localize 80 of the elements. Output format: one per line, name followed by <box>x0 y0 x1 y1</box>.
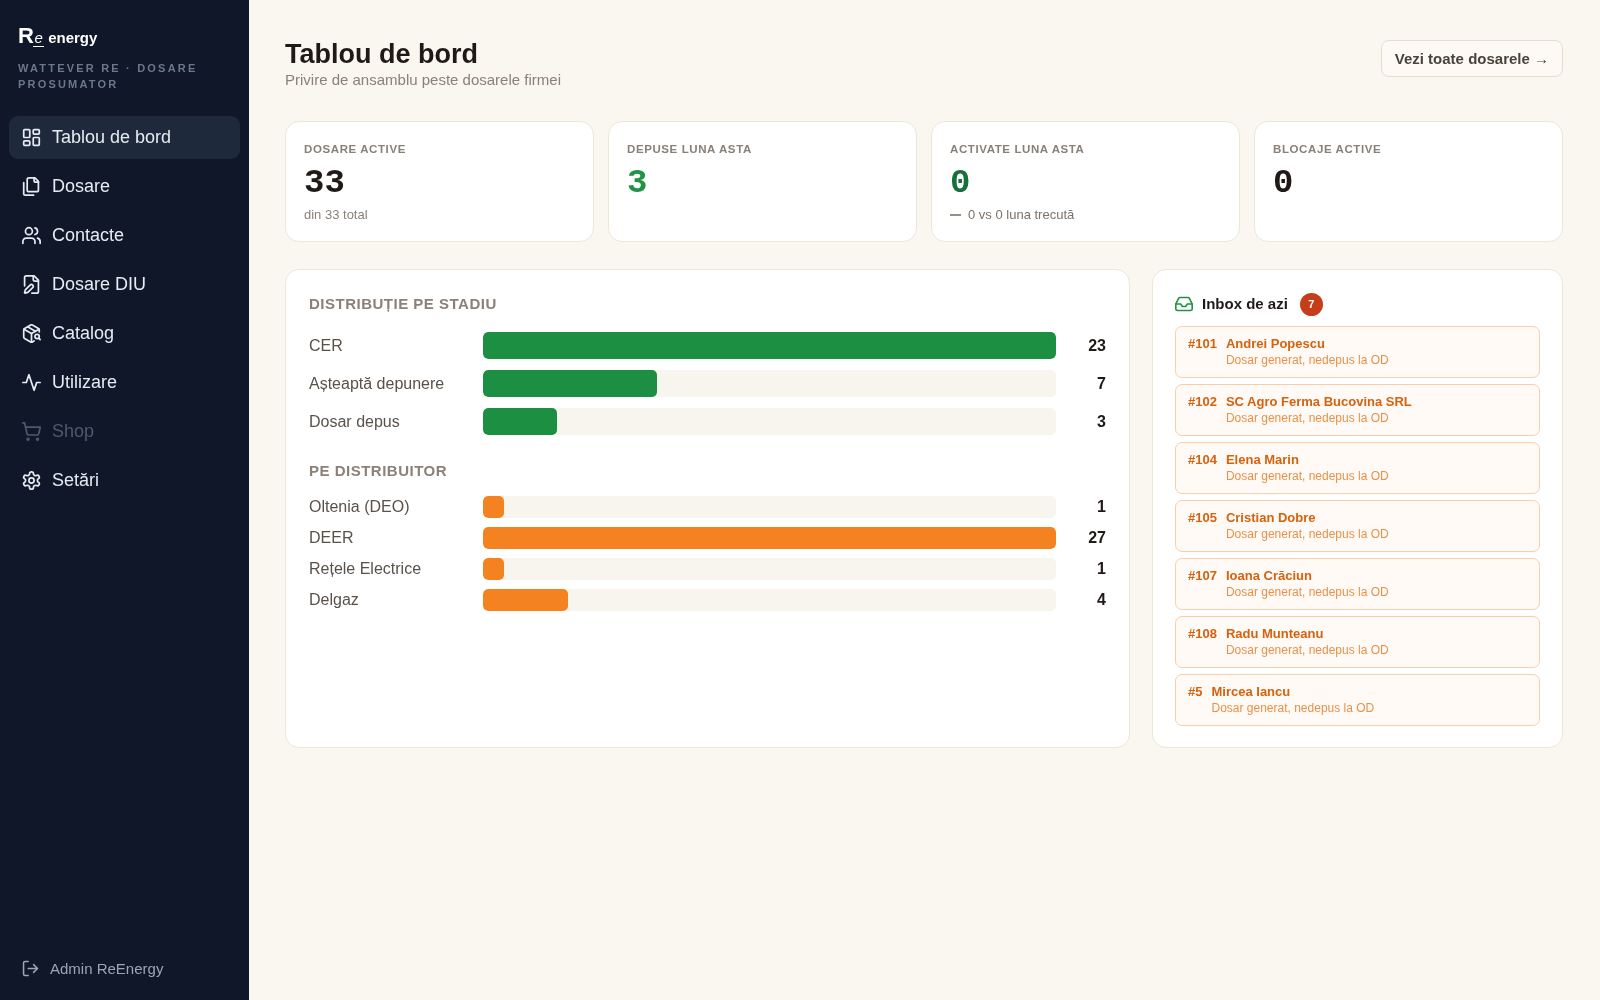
client-name: Radu Munteanu <box>1225 625 1324 642</box>
case-status: Dosar generat, nedepus la OD <box>1225 352 1389 368</box>
case-number: #102 <box>1188 393 1217 410</box>
bar-label: CER <box>309 335 343 356</box>
case-status: Dosar generat, nedepus la OD <box>1225 410 1389 426</box>
bar-label: Oltenia (DEO) <box>309 497 410 517</box>
case-number: #101 <box>1188 335 1217 352</box>
nav-item[interactable]: Dosare DIU <box>9 263 240 306</box>
stat-value: 3 <box>627 163 649 203</box>
bar-label: DEER <box>309 528 354 548</box>
bar-label: Delgaz <box>309 590 359 610</box>
client-name: Andrei Popescu <box>1225 335 1325 352</box>
client-name: SC Agro Ferma Bucovina SRL <box>1225 393 1412 410</box>
grid-icon <box>22 128 41 147</box>
inbox-icon <box>1175 295 1193 313</box>
inbox-item[interactable]: #105 Cristian Dobre Dosar generat, nedepus la OD <box>1175 500 1540 552</box>
inbox-item[interactable]: #5 Mircea Iancu Dosar generat, nedepus la OD <box>1175 674 1540 726</box>
stat-label: ACTIVATE LUNA ASTA <box>950 142 1086 156</box>
case-status: Dosar generat, nedepus la OD <box>1211 700 1375 716</box>
nav-item[interactable]: Tablou de bord <box>9 116 240 159</box>
nav-item[interactable]: Utilizare <box>9 361 240 404</box>
stat-value: 0 <box>1273 163 1295 203</box>
count-badge: 7 <box>1299 292 1323 316</box>
brand-logo: Re energy <box>18 24 98 48</box>
nav-item[interactable]: Contacte <box>9 214 240 257</box>
inbox-item[interactable]: #107 Ioana Crăciun Dosar generat, nedepus la OD <box>1175 558 1540 610</box>
case-number: #108 <box>1188 625 1217 642</box>
inbox-item[interactable]: #108 Radu Munteanu Dosar generat, nedepus la OD <box>1175 616 1540 668</box>
nav-item[interactable]: Catalog <box>9 312 240 355</box>
bar-value: 7 <box>1097 373 1106 394</box>
page-subtitle: Privire de ansamblu peste dosarele firmei <box>285 70 561 90</box>
bar-label: Așteaptă depunere <box>309 373 445 394</box>
app-subtitle: WATTEVER RE · DOSARE PROSUMATOR <box>18 61 199 92</box>
pulse-icon <box>22 373 41 392</box>
bar-value: 1 <box>1097 497 1106 517</box>
file-edit-icon <box>22 275 41 294</box>
settings-icon <box>22 471 41 490</box>
inbox-item[interactable]: #101 Andrei Popescu Dosar generat, nedepus la OD <box>1175 326 1540 378</box>
users-icon <box>22 226 41 245</box>
user-link[interactable]: Admin ReEnergy <box>9 957 164 980</box>
nav-item[interactable]: Dosare <box>9 165 240 208</box>
section-heading: PE DISTRIBUITOR <box>309 461 449 481</box>
bar-label: Rețele Electrice <box>309 559 422 579</box>
client-name: Elena Marin <box>1225 451 1299 468</box>
bar-value: 23 <box>1088 335 1106 356</box>
bar-value: 1 <box>1097 559 1106 579</box>
case-status: Dosar generat, nedepus la OD <box>1225 584 1389 600</box>
case-status: Dosar generat, nedepus la OD <box>1225 642 1389 658</box>
section-heading: DISTRIBUȚIE PE STADIU <box>309 294 498 314</box>
case-number: #5 <box>1188 683 1203 700</box>
page-title: Tablou de bord <box>285 38 479 70</box>
case-status: Dosar generat, nedepus la OD <box>1225 468 1389 484</box>
bar-label: Dosar depus <box>309 411 400 432</box>
inbox-item[interactable]: #102 SC Agro Ferma Bucovina SRL Dosar generat, nedepus la OD <box>1175 384 1540 436</box>
inbox-item[interactable]: #104 Elena Marin Dosar generat, nedepus la OD <box>1175 442 1540 494</box>
stat-label: BLOCAJE ACTIVE <box>1273 142 1383 156</box>
logout-icon <box>22 960 39 978</box>
bar-value: 3 <box>1097 411 1106 432</box>
stat-label: DOSARE ACTIVE <box>304 142 407 156</box>
case-status: Dosar generat, nedepus la OD <box>1225 526 1389 542</box>
case-number: #104 <box>1188 451 1217 468</box>
stat-label: DEPUSE LUNA ASTA <box>627 142 753 156</box>
case-number: #105 <box>1188 509 1217 526</box>
client-name: Cristian Dobre <box>1225 509 1316 526</box>
client-name: Ioana Crăciun <box>1225 567 1312 584</box>
bar-value: 27 <box>1088 528 1106 548</box>
bar-value: 4 <box>1097 590 1106 610</box>
stat-note: din 33 total <box>304 207 369 223</box>
client-name: Mircea Iancu <box>1211 683 1291 700</box>
trend-text: 0 vs 0 luna trecută <box>968 207 1075 223</box>
cart-icon <box>22 422 41 441</box>
files-icon <box>22 177 41 196</box>
case-number: #107 <box>1188 567 1217 584</box>
nav-item[interactable]: Setări <box>9 459 240 502</box>
package-search-icon <box>22 324 41 343</box>
stat-value: 0 <box>950 163 972 203</box>
view-all-button[interactable]: Vezi toate dosarele → <box>1380 40 1563 77</box>
stat-value: 33 <box>304 163 346 203</box>
inbox-title: Inbox de azi <box>1202 294 1288 314</box>
dash-icon <box>950 214 961 216</box>
